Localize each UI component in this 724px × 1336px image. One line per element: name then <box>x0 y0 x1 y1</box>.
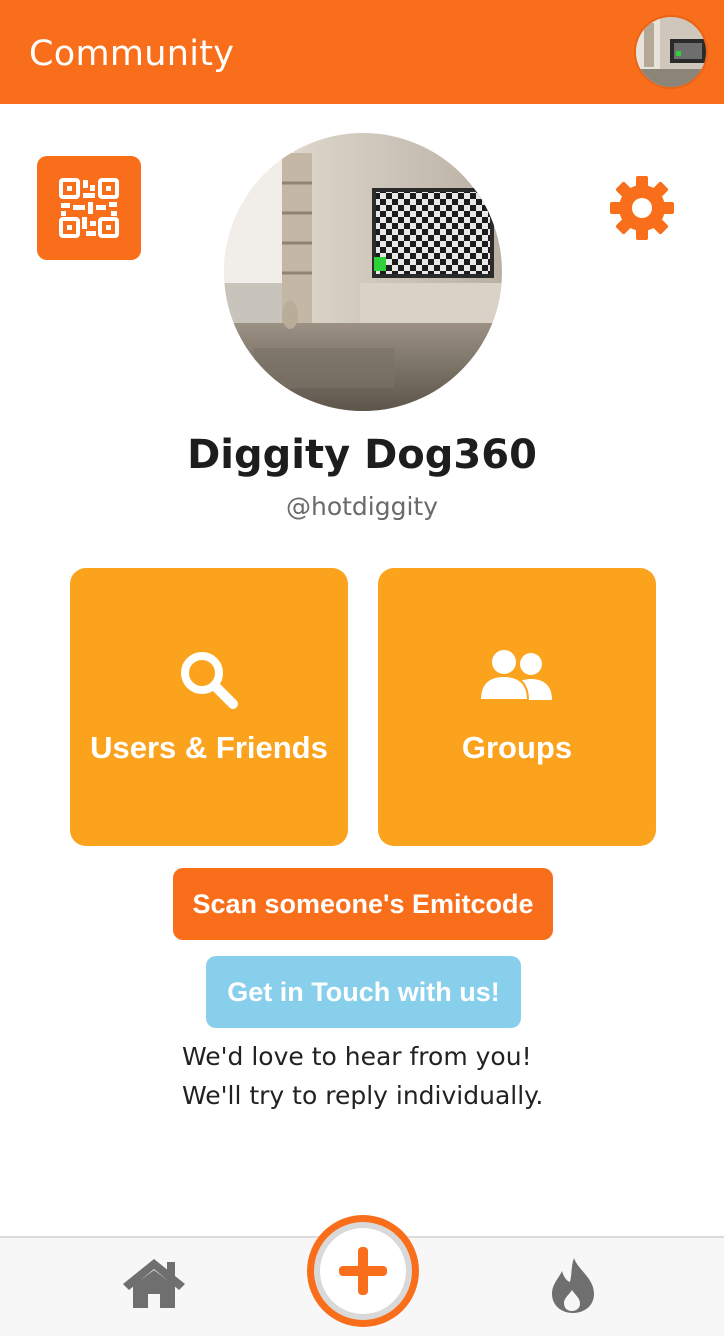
room-photo <box>224 133 502 411</box>
flame-icon <box>552 1258 594 1313</box>
tile-label-users-friends: Users & Friends <box>90 730 328 765</box>
app-bar: Community <box>0 0 724 104</box>
display-name: Diggity Dog360 <box>187 432 537 478</box>
qr-code-button[interactable] <box>37 156 141 260</box>
home-icon <box>123 1259 185 1308</box>
groups-icon <box>478 648 552 701</box>
tile-label-groups: Groups <box>461 730 573 765</box>
gear-icon <box>610 176 674 240</box>
nav-trending-button[interactable] <box>540 1252 606 1318</box>
search-icon <box>181 652 238 709</box>
contact-note-line-1: We'd love to hear from you! <box>182 1042 532 1071</box>
profile-photo[interactable] <box>224 133 502 411</box>
page-title: Community <box>29 34 235 74</box>
avatar[interactable] <box>634 15 708 89</box>
settings-button[interactable] <box>606 172 678 244</box>
add-icon <box>339 1247 387 1295</box>
nav-add-button[interactable] <box>307 1215 419 1327</box>
users-friends-tile[interactable]: Users & Friends <box>70 568 348 846</box>
qr-code-icon <box>59 178 119 238</box>
room-photo-thumbnail <box>636 17 706 87</box>
groups-tile[interactable]: Groups <box>378 568 656 846</box>
username: @hotdiggity <box>285 492 439 521</box>
nav-home-button[interactable] <box>118 1253 190 1313</box>
contact-note-line-2: We'll try to reply individually. <box>182 1081 544 1110</box>
get-in-touch-button[interactable]: Get in Touch with us! <box>206 956 521 1028</box>
scan-emitcode-button[interactable]: Scan someone's Emitcode <box>173 868 553 940</box>
